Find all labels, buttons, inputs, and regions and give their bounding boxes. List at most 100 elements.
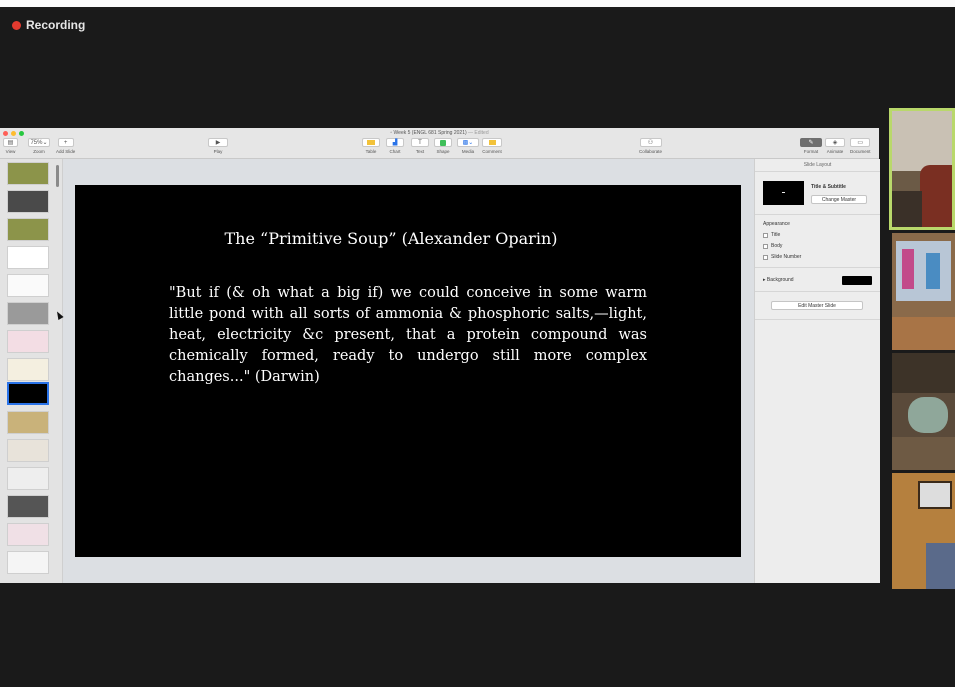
checkbox-icon	[763, 254, 768, 260]
format-button[interactable]: ✎ Format	[800, 138, 822, 154]
chart-icon: ▟	[386, 138, 404, 147]
comment-label: Comment	[482, 149, 502, 154]
body-checkbox[interactable]: Body	[763, 243, 782, 249]
zoom-button[interactable]: 75% ⌄ Zoom	[28, 138, 50, 154]
format-label: Format	[803, 149, 819, 154]
shape-label: Shape	[436, 149, 450, 154]
media-button[interactable]: ▩⌄ Media	[457, 138, 479, 154]
document-button[interactable]: ▭ Document	[850, 138, 871, 154]
slide-thumbnail[interactable]	[7, 439, 49, 462]
participant-video-active[interactable]	[889, 108, 955, 230]
table-button[interactable]: Table	[362, 138, 380, 154]
table-label: Table	[365, 149, 377, 154]
slide-navigator[interactable]	[0, 159, 63, 583]
slide-number-option-label: Slide Number	[771, 254, 802, 260]
slide-thumbnail[interactable]	[7, 467, 49, 490]
slide-thumbnail-selected[interactable]	[7, 382, 49, 405]
inspector-header: Slide Layout	[803, 162, 832, 168]
video-foreground	[892, 437, 955, 470]
checkbox-icon	[763, 243, 768, 249]
shape-icon	[434, 138, 452, 147]
chevron-down-icon: ⌄	[42, 140, 48, 146]
background-color-well[interactable]	[842, 276, 872, 285]
play-label: Play	[213, 149, 223, 154]
participant-video[interactable]	[892, 233, 955, 350]
view-button[interactable]: ▤ View	[3, 138, 18, 154]
paintbrush-icon: ✎	[800, 138, 822, 147]
slide-thumbnail[interactable]	[7, 330, 49, 353]
slide-body[interactable]: "But if (& oh what a big if) we could co…	[169, 283, 647, 388]
view-label: View	[5, 149, 16, 154]
document-icon: ▫	[390, 130, 393, 136]
text-icon: T	[411, 138, 429, 147]
title-bar: ▫ Week 5 (ENGL 681 Spring 2021) — Edited…	[0, 128, 879, 159]
body-option-label: Body	[771, 243, 783, 249]
slide-thumbnail[interactable]	[7, 551, 49, 574]
comment-button[interactable]: Comment	[482, 138, 502, 154]
document-panel-icon: ▭	[850, 138, 871, 147]
sidebar-icon: ▤	[3, 138, 18, 147]
zoom-value: 75%	[30, 139, 43, 146]
text-label: Text	[415, 149, 425, 154]
participant-video[interactable]	[892, 473, 955, 589]
change-master-button[interactable]: Change Master	[811, 195, 867, 204]
play-icon: ▶	[208, 138, 228, 147]
divider	[755, 319, 880, 320]
play-button[interactable]: ▶ Play	[208, 138, 228, 154]
plus-icon: +	[57, 138, 74, 147]
divider	[755, 214, 880, 215]
current-slide[interactable]: The “Primitive Soup” (Alexander Oparin) …	[75, 185, 741, 557]
animate-label: Animate	[826, 149, 844, 154]
recording-indicator: Recording	[12, 18, 85, 32]
appearance-heading: Appearance	[763, 221, 790, 227]
slide-canvas: The “Primitive Soup” (Alexander Oparin) …	[63, 159, 754, 583]
slide-thumbnail[interactable]	[7, 218, 49, 241]
animate-button[interactable]: ◈ Animate	[825, 138, 845, 154]
collaborate-icon: ⚇	[639, 138, 662, 147]
zoom-select[interactable]: 75% ⌄	[28, 138, 50, 147]
participant-figure	[908, 397, 948, 433]
slide-thumbnail[interactable]	[7, 190, 49, 213]
slide-number-checkbox[interactable]: Slide Number	[763, 254, 801, 260]
slide-thumbnail[interactable]	[7, 302, 49, 325]
slide-thumbnail[interactable]	[7, 162, 49, 185]
background-disclosure[interactable]: ▸ Background	[763, 277, 794, 283]
collaborate-label: Collaborate	[639, 149, 663, 154]
chart-label: Chart	[389, 149, 401, 154]
participant-figure	[926, 543, 955, 589]
video-shadow	[892, 191, 922, 227]
top-strip	[0, 0, 955, 7]
add-slide-label: Add Slide	[56, 149, 76, 154]
recording-dot-icon	[12, 20, 21, 30]
zoom-label: Zoom	[33, 149, 45, 154]
slide-thumbnail[interactable]	[7, 358, 49, 381]
slide-thumbnail[interactable]	[7, 411, 49, 434]
shelf-area	[892, 353, 955, 393]
title-checkbox[interactable]: Title	[763, 232, 780, 238]
recording-label: Recording	[26, 18, 86, 32]
participant-figure	[920, 165, 952, 227]
collaborate-button[interactable]: ⚇ Collaborate	[639, 138, 662, 154]
curtain-pattern	[926, 253, 940, 289]
edit-master-slide-button[interactable]: Edit Master Slide	[771, 301, 863, 310]
window-title-status: — Edited	[468, 130, 489, 136]
slide-thumbnail[interactable]	[7, 495, 49, 518]
participant-video[interactable]	[892, 353, 955, 470]
text-button[interactable]: T Text	[411, 138, 429, 154]
table-icon	[362, 138, 380, 147]
title-option-label: Title	[771, 232, 781, 238]
framed-picture	[918, 481, 952, 509]
media-icon: ▩⌄	[457, 138, 479, 147]
divider	[755, 171, 880, 172]
video-foreground	[892, 317, 955, 350]
layout-name: Title & Subtitle	[811, 184, 846, 190]
add-slide-button[interactable]: + Add Slide	[56, 138, 75, 154]
shape-button[interactable]: Shape	[434, 138, 452, 154]
slide-thumbnail[interactable]	[7, 246, 49, 269]
disclosure-triangle-icon: ▸	[763, 277, 766, 283]
chart-button[interactable]: ▟ Chart	[386, 138, 404, 154]
slide-title[interactable]: The “Primitive Soup” (Alexander Oparin)	[75, 229, 707, 248]
slide-thumbnail[interactable]	[7, 523, 49, 546]
slide-thumbnail[interactable]	[7, 274, 49, 297]
navigator-scrollbar[interactable]	[56, 165, 59, 187]
